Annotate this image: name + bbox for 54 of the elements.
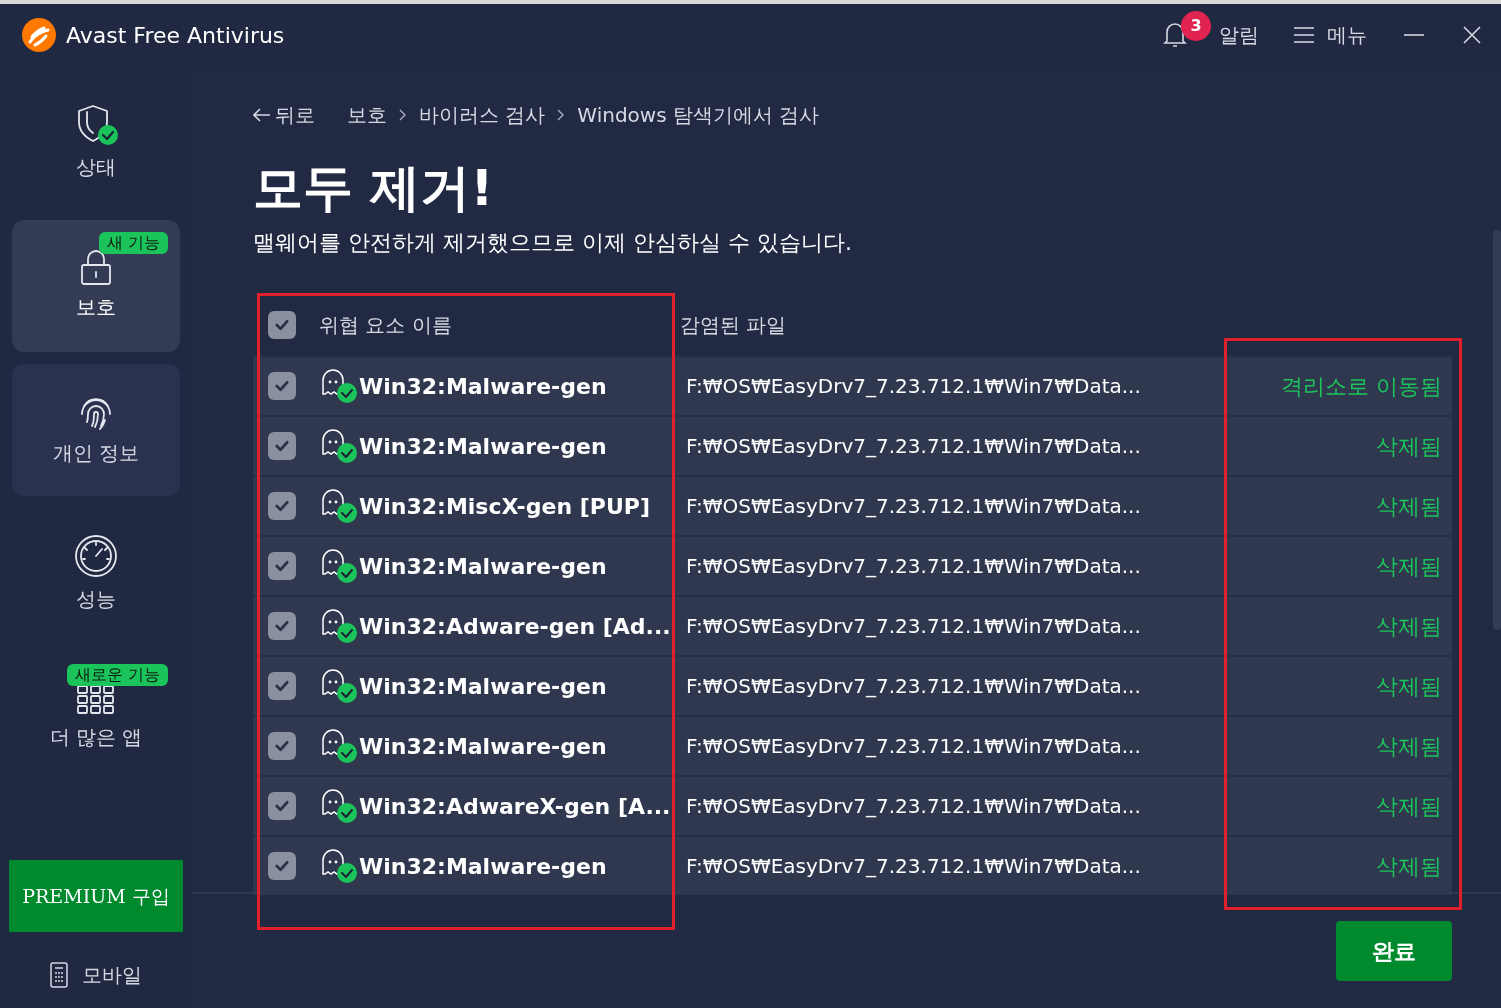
threat-name: Win32:Malware-gen [359,672,608,701]
file-path: F:₩OS₩EasyDrv7_7.23.712.1₩Win7₩Data... [685,373,1142,400]
sidebar-label: 더 많은 앱 [49,724,143,751]
file-path: F:₩OS₩EasyDrv7_7.23.712.1₩Win7₩Data... [685,433,1142,460]
new-feature-badge: 새로운 기능 [66,664,168,686]
sidebar-label: 성능 [76,586,116,613]
done-button[interactable]: 완료 [1336,921,1452,981]
file-path: F:₩OS₩EasyDrv7_7.23.712.1₩Win7₩Data... [685,493,1142,520]
status-text: 삭제됨 [1376,612,1443,641]
threat-name: Win32:Malware-gen [359,852,608,881]
mobile-link[interactable]: 모바일 [50,960,142,990]
threat-name: Win32:Malware-gen [359,552,608,581]
status-text: 삭제됨 [1376,492,1443,521]
file-path: F:₩OS₩EasyDrv7_7.23.712.1₩Win7₩Data... [685,853,1142,880]
window-title: Avast Free Antivirus [66,21,285,50]
threat-name: Win32:Malware-gen [359,372,608,401]
sidebar-label: 상태 [76,154,116,181]
breadcrumb-link[interactable]: 보호 [347,100,387,130]
page-heading: 모두 제거! [253,158,495,218]
premium-button[interactable]: PREMIUM 구입 [9,860,183,932]
menu-button[interactable]: 메뉴 [1293,20,1367,50]
status-text: 삭제됨 [1376,672,1443,701]
breadcrumb-link[interactable]: Windows 탐색기에서 검사 [577,100,820,130]
column-header: 위협 요소 이름 [319,312,453,339]
new-feature-badge: 새 기능 [98,232,168,254]
sidebar-item[interactable]: 새로운 기능 더 많은 앱 [12,652,180,784]
sidebar-item[interactable]: 성능 [12,508,180,640]
threat-name: Win32:Malware-gen [359,732,608,761]
status-text: 삭제됨 [1376,732,1443,761]
file-path: F:₩OS₩EasyDrv7_7.23.712.1₩Win7₩Data... [685,553,1142,580]
column-header: 감염된 파일 [680,312,787,339]
sidebar-item[interactable]: 개인 정보 [12,364,180,496]
status-text: 삭제됨 [1376,432,1443,461]
back-link[interactable]: 뒤로 [253,100,315,130]
sidebar-label: 개인 정보 [52,440,140,467]
sidebar-item[interactable]: 상태 [12,76,180,208]
sidebar-label: 보호 [76,294,116,321]
sidebar-item[interactable]: 새 기능 보호 [12,220,180,352]
file-path: F:₩OS₩EasyDrv7_7.23.712.1₩Win7₩Data... [685,793,1142,820]
threat-name: Win32:Adware-gen [Ad... [359,612,672,641]
status-text: 삭제됨 [1376,852,1443,881]
threat-name: Win32:Malware-gen [359,432,608,461]
status-text: 삭제됨 [1376,792,1443,821]
page-subtitle: 맬웨어를 안전하게 제거했으므로 이제 안심하실 수 있습니다. [253,229,853,257]
status-text: 격리소로 이동됨 [1281,372,1443,401]
threat-name: Win32:AdwareX-gen [A... [359,792,672,821]
file-path: F:₩OS₩EasyDrv7_7.23.712.1₩Win7₩Data... [685,613,1142,640]
breadcrumb-link[interactable]: 바이러스 검사 [419,100,546,130]
notifications-button[interactable]: 알림 [1219,20,1259,50]
status-text: 삭제됨 [1376,552,1443,581]
threat-name: Win32:MiscX-gen [PUP] [359,492,651,521]
file-path: F:₩OS₩EasyDrv7_7.23.712.1₩Win7₩Data... [685,673,1142,700]
notification-count-badge: 3 [1181,11,1211,41]
file-path: F:₩OS₩EasyDrv7_7.23.712.1₩Win7₩Data... [685,733,1142,760]
